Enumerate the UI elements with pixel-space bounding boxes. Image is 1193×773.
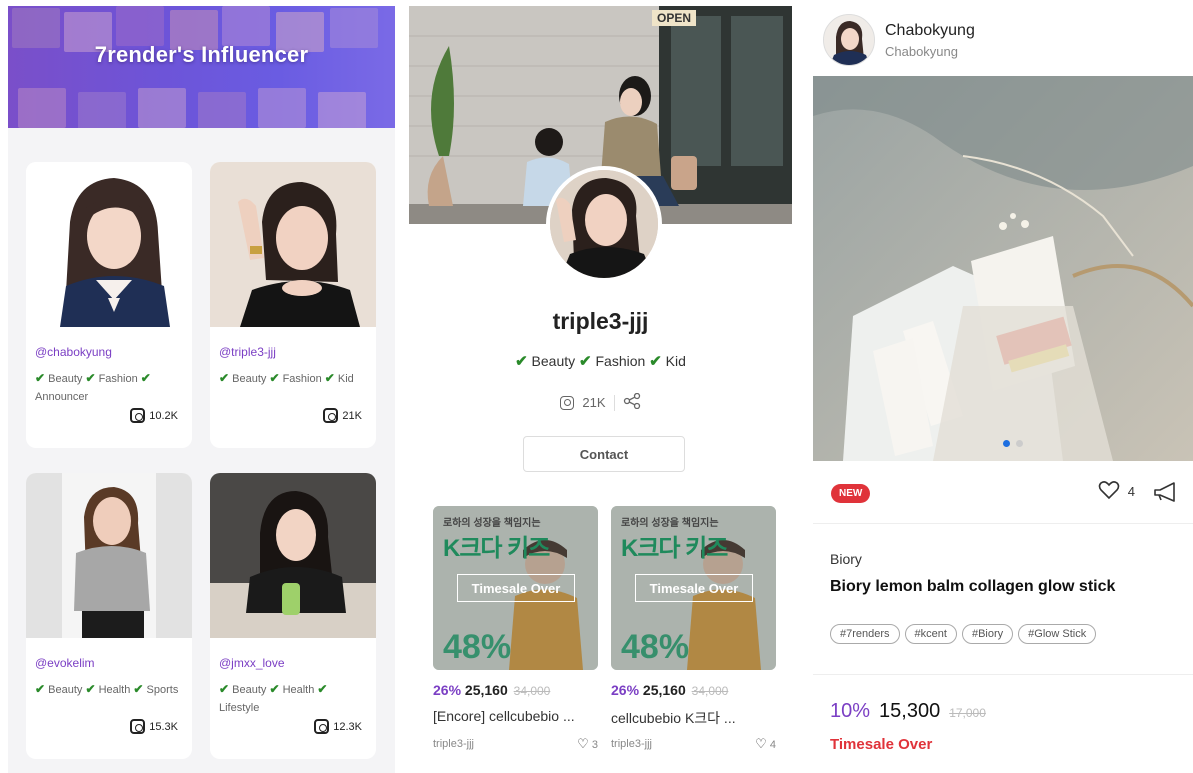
thumb-headline: 로하의 성장을 책임지는 — [621, 518, 719, 529]
follower-count: 21K — [323, 408, 362, 423]
discount-rate: 26% — [433, 682, 462, 698]
divider — [813, 674, 1193, 675]
influencer-photo — [210, 162, 376, 327]
heart-icon[interactable]: ♡ — [755, 736, 767, 751]
post-like-count: 4 — [1127, 484, 1135, 499]
svg-text:OPEN: OPEN — [657, 11, 691, 25]
profile-name: triple3-jjj — [552, 308, 649, 334]
product-thumbnail[interactable]: 로하의 성장을 책임지는 K크다 키즈 Timesale Over 48% — [611, 506, 776, 670]
seller-name: triple3-jjj — [433, 738, 474, 750]
influencer-list-panel: 7render's Influencer @chabokyung ✔ Beaut… — [8, 6, 395, 773]
product-card[interactable]: 로하의 성장을 책임지는 K크다 키즈 Timesale Over 48% 26… — [433, 506, 598, 751]
discount-rate: 10% — [830, 700, 871, 722]
timesale-status: Timesale Over — [830, 736, 933, 753]
contact-button[interactable]: Contact — [523, 436, 685, 472]
influencer-handle[interactable]: @evokelim — [35, 656, 95, 670]
megaphone-icon[interactable] — [1153, 482, 1179, 507]
author-name[interactable]: Chabokyung — [885, 22, 975, 40]
product-meta: triple3-jjj ♡ 4 — [611, 736, 776, 752]
product-card[interactable]: 로하의 성장을 책임지는 K크다 키즈 Timesale Over 48% 26… — [611, 506, 776, 751]
follower-count: 15.3K — [130, 719, 178, 734]
carousel-dot[interactable] — [1016, 440, 1023, 447]
hashtag-chip[interactable]: #kcent — [904, 624, 957, 644]
instagram-icon[interactable] — [560, 395, 575, 410]
instagram-icon — [314, 719, 330, 734]
seller-name: triple3-jjj — [611, 738, 652, 750]
instagram-icon — [323, 408, 339, 423]
product-price: 10% 15,300 17,000 — [830, 700, 986, 723]
hashtag-chip[interactable]: #Glow Stick — [1018, 624, 1097, 644]
thumb-percent: 48% — [621, 628, 690, 666]
influencer-banner: 7render's Influencer — [8, 6, 395, 128]
influencer-profile-panel: OPEN triple3-jjj ✔ Beauty ✔ Fashion ✔ Ki… — [409, 6, 792, 773]
timesale-over-label: Timesale Over — [635, 574, 753, 602]
influencer-card[interactable]: @evokelim ✔ Beauty ✔ Health ✔ Sports 15.… — [26, 473, 192, 759]
post-like-button[interactable]: 4 — [1098, 480, 1135, 503]
hashtag-chip[interactable]: #7renders — [830, 624, 900, 644]
influencer-handle[interactable]: @chabokyung — [35, 345, 112, 359]
carousel-dot-active[interactable] — [1003, 440, 1010, 447]
instagram-icon — [130, 719, 146, 734]
product-thumbnail[interactable]: 로하의 성장을 책임지는 K크다 키즈 Timesale Over 48% — [433, 506, 598, 670]
divider — [813, 523, 1193, 524]
hashtag-chip[interactable]: #Biory — [961, 624, 1014, 644]
influencer-tags: ✔ Beauty ✔ Health ✔ Lifestyle — [219, 682, 328, 714]
divider — [613, 394, 615, 411]
influencer-card[interactable]: @chabokyung ✔ Beauty ✔ Fashion ✔ Announc… — [26, 162, 192, 448]
sale-price: 25,160 — [642, 682, 686, 698]
influencer-tags: ✔ Beauty ✔ Fashion ✔ Announcer — [35, 371, 151, 403]
hashtag-list: #7renders #kcent #Biory #Glow Stick — [830, 624, 1097, 644]
product-meta: triple3-jjj ♡ 3 — [433, 736, 598, 752]
influencer-photo — [210, 473, 376, 638]
screen: 7render's Influencer @chabokyung ✔ Beaut… — [0, 0, 1193, 773]
new-badge: NEW — [831, 484, 871, 503]
heart-icon[interactable] — [1098, 480, 1120, 503]
product-brand: Biory — [830, 551, 862, 567]
influencer-tags: ✔ Beauty ✔ Fashion ✔ Kid — [219, 371, 354, 385]
original-price: 34,000 — [513, 684, 551, 698]
product-price: 26% 25,160 34,000 — [611, 682, 728, 698]
profile-tags: ✔ Beauty ✔ Fashion ✔ Kid — [515, 353, 686, 370]
thumb-brand: K크다 키즈 — [443, 535, 550, 562]
author-handle: Chabokyung — [885, 44, 958, 59]
sale-price: 25,160 — [464, 682, 508, 698]
product-title[interactable]: cellcubebio K크다 ... — [611, 708, 776, 728]
sale-price: 15,300 — [879, 700, 941, 722]
banner-title: 7render's Influencer — [94, 42, 309, 67]
thumb-brand: K크다 키즈 — [621, 535, 728, 562]
instagram-icon — [130, 408, 146, 423]
like-count[interactable]: ♡ 3 — [577, 736, 598, 752]
profile-avatar — [546, 166, 662, 282]
product-title[interactable]: [Encore] cellcubebio ... — [433, 708, 598, 724]
post-image-carousel[interactable] — [813, 76, 1193, 461]
influencer-photo — [26, 473, 192, 638]
follower-count: 12.3K — [314, 719, 362, 734]
influencer-card[interactable]: @triple3-jjj ✔ Beauty ✔ Fashion ✔ Kid 21… — [210, 162, 376, 448]
post-detail-panel: Chabokyung Chabokyung NEW 4 Biory Biory … — [813, 6, 1193, 773]
timesale-over-label: Timesale Over — [457, 574, 575, 602]
profile-follower-count: 21K — [582, 395, 606, 410]
follower-count: 10.2K — [130, 408, 178, 423]
like-count[interactable]: ♡ 4 — [755, 736, 776, 752]
influencer-photo — [26, 162, 192, 327]
influencer-handle[interactable]: @triple3-jjj — [219, 345, 276, 359]
influencer-handle[interactable]: @jmxx_love — [219, 656, 285, 670]
product-price: 26% 25,160 34,000 — [433, 682, 550, 698]
influencer-tags: ✔ Beauty ✔ Health ✔ Sports — [35, 682, 179, 696]
thumb-headline: 로하의 성장을 책임지는 — [443, 518, 541, 529]
share-icon[interactable] — [623, 392, 641, 412]
author-avatar[interactable] — [823, 14, 875, 66]
thumb-percent: 48% — [443, 628, 512, 666]
discount-rate: 26% — [611, 682, 640, 698]
carousel-indicator[interactable] — [1003, 440, 1023, 447]
profile-stats: 21K — [409, 392, 792, 412]
original-price: 17,000 — [949, 706, 986, 720]
influencer-card[interactable]: @jmxx_love ✔ Beauty ✔ Health ✔ Lifestyle… — [210, 473, 376, 759]
heart-icon[interactable]: ♡ — [577, 736, 589, 751]
original-price: 34,000 — [691, 684, 729, 698]
product-title: Biory lemon balm collagen glow stick — [830, 578, 1116, 595]
